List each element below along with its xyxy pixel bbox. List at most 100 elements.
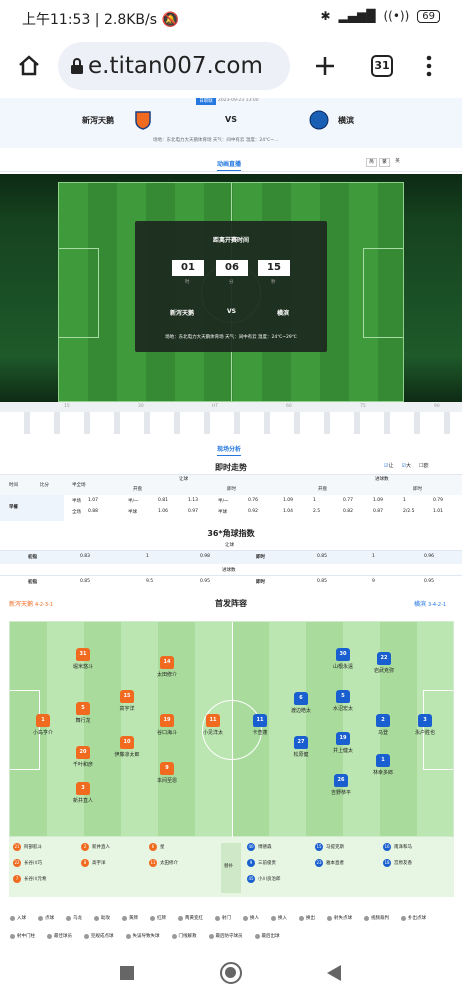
subs_away-number: 40 xyxy=(247,843,255,851)
away_players-number: 26 xyxy=(337,777,345,783)
legend-label: 扑出点球 xyxy=(408,916,426,921)
subs_home-name: 长谷川巧 xyxy=(24,861,42,866)
subs_away-item[interactable]: 18 宫原友香 xyxy=(383,859,412,867)
legend-item: 换人 xyxy=(243,912,259,924)
menu-icon[interactable] xyxy=(425,54,433,78)
subs_away-item[interactable]: 45 小川良治郎 xyxy=(247,875,281,883)
away_players-jersey[interactable]: 19 xyxy=(336,732,350,745)
countdown-vs: VS xyxy=(227,308,236,315)
subs_home-item[interactable]: 8 高宇洋 xyxy=(81,859,106,867)
subs_away-number: 23 xyxy=(315,859,323,867)
subs_home-item[interactable]: 2 新井直人 xyxy=(81,843,110,851)
legend-icon xyxy=(254,933,260,939)
corner-cell: 0.83 xyxy=(80,554,91,559)
odds-cell: 半球 xyxy=(218,510,227,515)
away_players-jersey[interactable]: 11 xyxy=(253,714,267,727)
home_players-jersey[interactable]: 5 xyxy=(76,702,90,715)
home_players-jersey[interactable]: 31 xyxy=(76,648,90,661)
subs_home-name: 星 xyxy=(160,845,165,850)
row-half-label: 半场 xyxy=(72,499,81,504)
legend-dx[interactable]: ☑大 xyxy=(402,462,412,469)
countdown-info: 场地：东北电力大天鹅体育场 天气：间中有云 温度：24℃~29℃ xyxy=(165,335,297,340)
legend-icon xyxy=(122,915,127,921)
corner-cell: 0.98 xyxy=(200,554,211,559)
browser-bar: e.titan007.com 31 xyxy=(0,34,462,98)
home_players-jersey[interactable]: 20 xyxy=(76,746,90,759)
subs_away-number: 45 xyxy=(247,875,255,883)
away_players-number: 6 xyxy=(299,695,303,701)
corner-cell: 9 xyxy=(372,579,375,584)
signal-icon: ▂▄▆█ xyxy=(338,9,376,23)
subs_home-item[interactable]: 21 阿部航斗 xyxy=(13,843,42,851)
away_players-name: 马登 xyxy=(377,730,388,736)
away_players-jersey[interactable]: 26 xyxy=(334,774,348,787)
url-bar[interactable]: e.titan007.com xyxy=(58,42,290,90)
home_players-jersey[interactable]: 1 xyxy=(36,714,50,727)
legend-label: 点球 xyxy=(45,916,54,921)
subs_away-item[interactable]: 23 雅本直者 xyxy=(315,859,344,867)
lang-traditional[interactable]: 繁 xyxy=(379,158,390,167)
lang-english[interactable]: 英 xyxy=(392,158,403,167)
lang-simplified[interactable]: 简 xyxy=(366,158,377,167)
away_players-jersey[interactable]: 3 xyxy=(418,714,432,727)
home_players-jersey[interactable]: 3 xyxy=(76,782,90,795)
odds-cell: 半/一 xyxy=(128,499,139,504)
timeline-tick: HT xyxy=(212,404,219,409)
odds-cell: 0.79 xyxy=(433,498,444,503)
legend-item: 犯规成点球 xyxy=(84,930,114,942)
home-icon[interactable] xyxy=(18,54,40,76)
subs_home-item[interactable]: 6星 xyxy=(149,843,165,851)
away_players-jersey[interactable]: 5 xyxy=(336,690,350,703)
subs_away-name: 三前俊贵 xyxy=(258,861,276,866)
home_players-number: 31 xyxy=(79,651,87,657)
legend-item: 乌龙 xyxy=(66,912,82,924)
subs_home-item[interactable]: 7 长谷川元希 xyxy=(13,875,47,883)
subs_away-item[interactable]: 16 南泽和马 xyxy=(383,843,412,851)
away_players-jersey[interactable]: 22 xyxy=(377,652,391,665)
home-button-icon[interactable] xyxy=(220,962,242,984)
home_players-jersey[interactable]: 10 xyxy=(120,736,134,749)
away_players-jersey[interactable]: 30 xyxy=(336,648,350,661)
legend-label: 乌龙 xyxy=(73,916,82,921)
home_players-name: 太田修介 xyxy=(156,672,177,678)
legend-rq[interactable]: ☑让 xyxy=(384,462,394,469)
minutes-label: 分 xyxy=(229,280,234,285)
home_players-jersey[interactable]: 15 xyxy=(120,690,134,703)
home_players-jersey[interactable]: 14 xyxy=(160,656,174,669)
tab-analysis[interactable]: 现场分析 xyxy=(217,444,242,456)
subs_away-name: 南泽和马 xyxy=(394,845,412,850)
legend-icon xyxy=(10,915,15,921)
home_players-jersey[interactable]: 11 xyxy=(206,714,220,727)
away_players-jersey[interactable]: 1 xyxy=(376,754,390,767)
recent-apps-icon[interactable] xyxy=(120,966,134,980)
home-team-name: 新泻天鹅 xyxy=(82,116,114,125)
odds-cell: 1.01 xyxy=(433,509,444,514)
subs_home-item[interactable]: 11 太田修介 xyxy=(149,859,178,867)
col-kp-2: 开盘 xyxy=(318,487,327,492)
home_players-number: 11 xyxy=(209,717,217,723)
away_players-jersey[interactable]: 2 xyxy=(376,714,390,727)
legend-label: 射门 xyxy=(222,916,231,921)
subs_home-item[interactable]: 22 长谷川巧 xyxy=(13,859,42,867)
legend-item: 射门 xyxy=(215,912,231,924)
subs_away-number: 18 xyxy=(383,859,391,867)
legend-item: 黄牌 xyxy=(122,912,138,924)
legend-eu[interactable]: ☐欧 xyxy=(419,462,429,469)
new-tab-icon[interactable] xyxy=(314,55,336,77)
home_players-jersey[interactable]: 19 xyxy=(160,714,174,727)
home_players-jersey[interactable]: 9 xyxy=(160,762,174,775)
corner-row1-label: 初指 xyxy=(28,555,37,560)
subs_away-item[interactable]: 9 三前俊贵 xyxy=(247,859,276,867)
legend-icon xyxy=(401,915,406,921)
away_players-jersey[interactable]: 6 xyxy=(294,692,308,705)
back-icon[interactable] xyxy=(326,964,342,982)
subs_away-item[interactable]: 15 马提克斯 xyxy=(315,843,344,851)
subs_home-name: 太田修介 xyxy=(160,861,178,866)
home_players-name: 谷口海斗 xyxy=(156,730,177,736)
match-datetime: 2023-09-23 13:00 xyxy=(218,98,259,103)
away_players-jersey[interactable]: 27 xyxy=(294,736,308,749)
subs_away-item[interactable]: 40 博德森 xyxy=(247,843,272,851)
tab-live[interactable]: 动画直播 xyxy=(217,159,242,171)
legend-item: 射失点球 xyxy=(327,912,352,924)
tab-count-button[interactable]: 31 xyxy=(371,55,393,77)
